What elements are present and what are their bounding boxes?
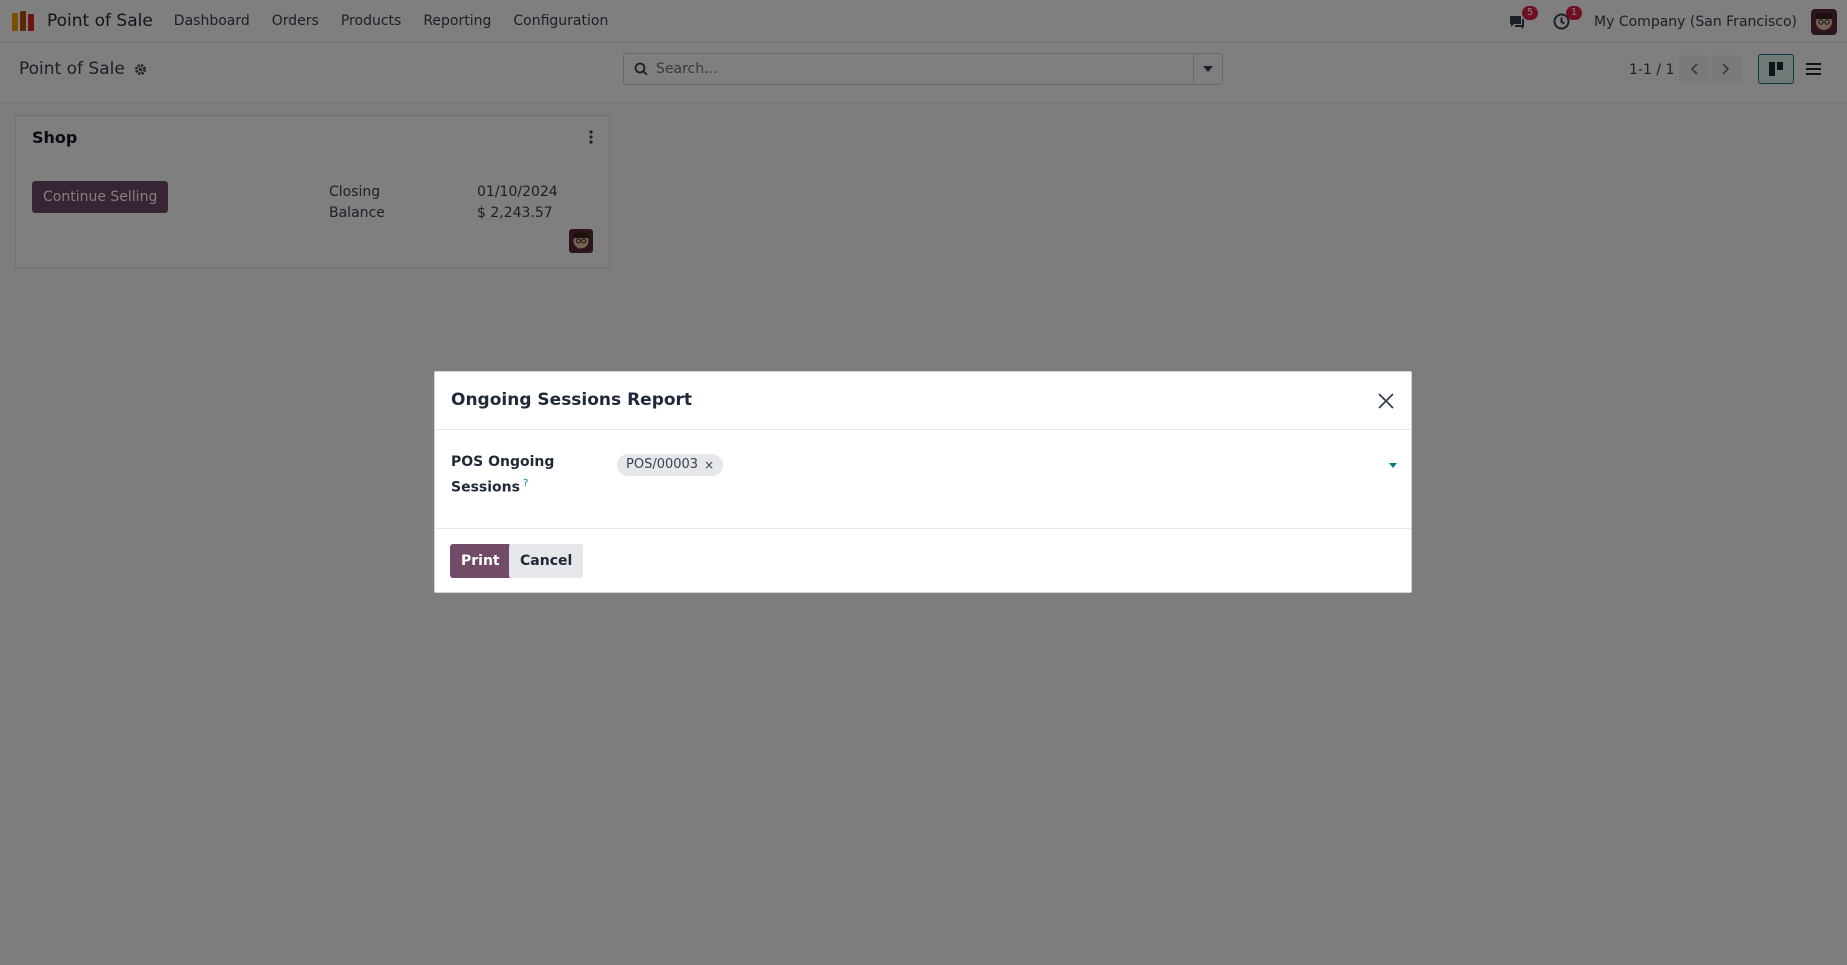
session-tag-label: POS/00003	[626, 457, 699, 472]
cancel-button[interactable]: Cancel	[509, 544, 584, 578]
session-tag: POS/00003 ×	[617, 454, 724, 476]
help-tooltip-icon[interactable]: ?	[523, 478, 528, 489]
ongoing-sessions-dialog: Ongoing Sessions Report POS Ongoing Sess…	[434, 371, 1412, 593]
modal-header: Ongoing Sessions Report	[435, 372, 1411, 430]
remove-tag-icon[interactable]: ×	[704, 454, 714, 476]
caret-down-icon[interactable]	[1389, 463, 1397, 468]
pos-sessions-field-label: POS Ongoing Sessions?	[451, 452, 561, 499]
print-button[interactable]: Print	[450, 544, 511, 578]
modal-title: Ongoing Sessions Report	[451, 390, 693, 410]
pos-sessions-label-text: POS Ongoing Sessions	[451, 454, 555, 496]
close-icon	[1378, 393, 1394, 409]
modal-close-button[interactable]	[1375, 390, 1397, 412]
modal-footer: Print Cancel	[435, 528, 1411, 594]
